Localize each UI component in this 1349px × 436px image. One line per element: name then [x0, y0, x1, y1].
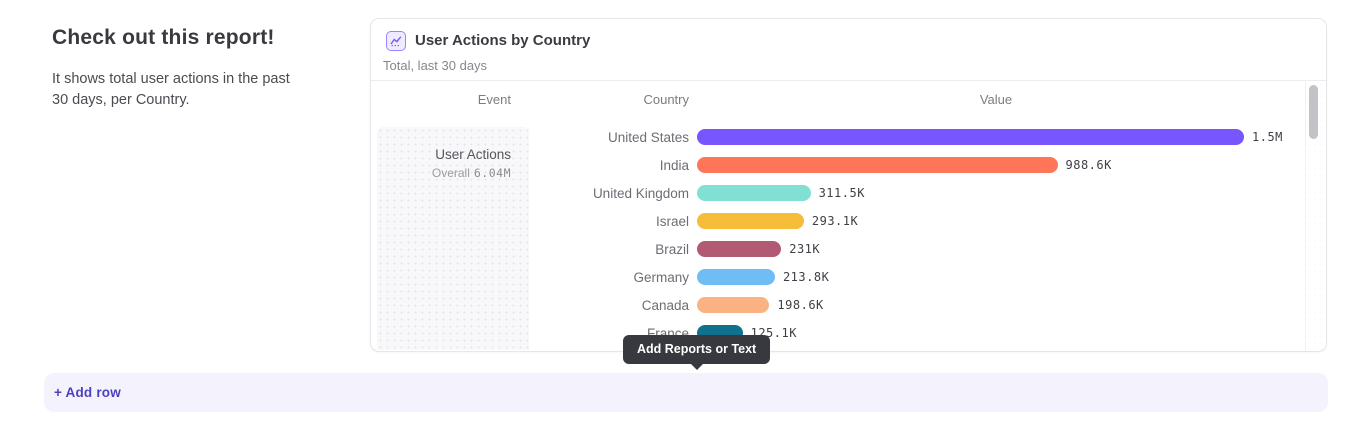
add-row-label: + Add row: [54, 385, 121, 400]
value-bar[interactable]: [697, 157, 1058, 173]
chart-body: Event Country Value User Actions Overall…: [371, 82, 1326, 351]
value-bar[interactable]: [697, 269, 775, 285]
add-row-button[interactable]: + Add row: [44, 373, 1328, 412]
value-label: 198.6K: [777, 298, 823, 312]
chart-scrollbar-track[interactable]: [1305, 82, 1326, 351]
chart-row: India 988.6K: [371, 151, 1304, 179]
value-bar[interactable]: [697, 297, 769, 313]
value-label: 231K: [789, 242, 820, 256]
country-label: Israel: [371, 214, 689, 229]
value-bar[interactable]: [697, 241, 781, 257]
value-label: 213.8K: [783, 270, 829, 284]
add-reports-tooltip: Add Reports or Text: [623, 335, 770, 364]
column-header-event: Event: [371, 92, 511, 107]
value-label: 1.5M: [1252, 130, 1283, 144]
chart-row: Germany 213.8K: [371, 263, 1304, 291]
chart-row: United Kingdom 311.5K: [371, 179, 1304, 207]
report-card-header: User Actions by Country Total, last 30 d…: [371, 19, 1326, 81]
country-label: United Kingdom: [371, 186, 689, 201]
chart-row: Canada 198.6K: [371, 291, 1304, 319]
value-label: 311.5K: [819, 186, 865, 200]
column-header-value: Value: [931, 92, 1061, 107]
value-label: 988.6K: [1066, 158, 1112, 172]
report-card: User Actions by Country Total, last 30 d…: [370, 18, 1327, 352]
value-bar[interactable]: [697, 213, 804, 229]
country-label: Canada: [371, 298, 689, 313]
chart-rows: United States 1.5M India 988.6K United Kingd…: [371, 123, 1304, 347]
chart-row: France125.1K: [371, 319, 1304, 347]
country-label: United States: [371, 130, 689, 145]
report-subtitle: Total, last 30 days: [383, 58, 487, 73]
chart-scrollbar-thumb[interactable]: [1309, 85, 1318, 139]
line-chart-icon: [386, 31, 406, 51]
page: { "intro": { "title": "Check out this re…: [0, 0, 1349, 436]
intro-title: Check out this report!: [52, 26, 302, 50]
value-bar[interactable]: [697, 185, 811, 201]
column-header-country: Country: [521, 92, 689, 107]
intro-description: It shows total user actions in the past …: [52, 69, 302, 111]
value-label: 293.1K: [812, 214, 858, 228]
value-bar[interactable]: [697, 129, 1244, 145]
country-label: Brazil: [371, 242, 689, 257]
chart-row: United States 1.5M: [371, 123, 1304, 151]
report-title[interactable]: User Actions by Country: [415, 32, 590, 49]
intro-section: Check out this report! It shows total us…: [52, 26, 302, 111]
country-label: India: [371, 158, 689, 173]
country-label: Germany: [371, 270, 689, 285]
chart-row: Brazil 231K: [371, 235, 1304, 263]
chart-row: Israel 293.1K: [371, 207, 1304, 235]
